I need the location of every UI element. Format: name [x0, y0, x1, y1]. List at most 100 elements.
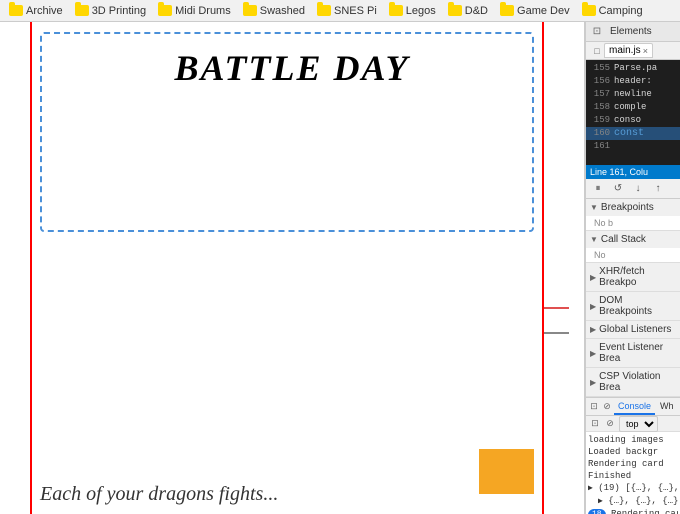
- bookmark-label: 3D Printing: [92, 5, 146, 17]
- pause-button[interactable]: ⏸: [590, 181, 606, 197]
- step-over-button[interactable]: ↺: [610, 181, 626, 197]
- csp-section: ▶ CSP Violation Brea: [586, 368, 680, 397]
- main-area: Battle Day Each of your dragons fights..…: [0, 22, 680, 514]
- code-editor: 155 Parse.pa 156 header: 157 newline 158…: [586, 60, 680, 165]
- xhr-header[interactable]: ▶ XHR/fetch Breakpo: [586, 263, 680, 291]
- folder-icon: [9, 5, 23, 16]
- call-stack-header[interactable]: ▼ Call Stack: [586, 231, 680, 248]
- line-number: 161: [588, 140, 610, 153]
- bookmark-swashed[interactable]: Swashed: [238, 3, 310, 19]
- section-label: Event Listener Brea: [599, 342, 676, 364]
- console-clear-icon[interactable]: ⊘: [604, 418, 616, 430]
- tab-elements[interactable]: Elements: [606, 24, 656, 39]
- code-content: header:: [614, 75, 652, 88]
- bookmark-dnd[interactable]: D&D: [443, 3, 493, 19]
- expand-arrow-icon[interactable]: ▶: [588, 484, 593, 493]
- repeat-badge: 18: [588, 509, 606, 514]
- bookmark-3dprinting[interactable]: 3D Printing: [70, 3, 151, 19]
- file-name: main.js: [609, 45, 641, 56]
- bookmark-label: Camping: [599, 5, 643, 17]
- step-into-button[interactable]: ↓: [630, 181, 646, 197]
- collapse-icon: ▼: [590, 203, 598, 212]
- folder-icon: [158, 5, 172, 16]
- code-content: newline: [614, 88, 652, 101]
- line-number: 156: [588, 75, 610, 88]
- section-label: Global Listeners: [599, 324, 671, 335]
- folder-icon: [389, 5, 403, 16]
- bookmark-bar: Archive 3D Printing Midi Drums Swashed S…: [0, 0, 680, 22]
- bookmark-midi[interactable]: Midi Drums: [153, 3, 236, 19]
- expand-arrow-icon[interactable]: ▶: [598, 497, 603, 506]
- dom-breakpoints-section: ▶ DOM Breakpoints: [586, 292, 680, 321]
- horizontal-line-gray: [544, 332, 569, 334]
- console-line-6: ▶ {…}, {…}, {…}: [588, 495, 678, 508]
- code-line-161: 161: [586, 140, 680, 153]
- expand-icon: ▶: [590, 302, 596, 311]
- code-line-158: 158 comple: [586, 101, 680, 114]
- devtools-tab-bar: ⊡ Elements: [586, 22, 680, 42]
- close-tab-icon[interactable]: ×: [643, 46, 648, 56]
- console-line-4: Finished: [588, 470, 678, 482]
- dom-header[interactable]: ▶ DOM Breakpoints: [586, 292, 680, 320]
- bookmark-camping[interactable]: Camping: [577, 3, 648, 19]
- expand-icon: ▶: [590, 273, 596, 282]
- tab-wh[interactable]: Wh: [656, 399, 678, 415]
- section-label: Breakpoints: [601, 202, 654, 213]
- code-line-157: 157 newline: [586, 88, 680, 101]
- line-number: 155: [588, 62, 610, 75]
- section-label: CSP Violation Brea: [599, 371, 676, 393]
- bookmark-archive[interactable]: Archive: [4, 3, 68, 19]
- expand-icon: ▶: [590, 378, 596, 387]
- event-header[interactable]: ▶ Event Listener Brea: [586, 339, 680, 367]
- console-line-1: loading images: [588, 434, 678, 446]
- status-text: Line 161, Colu: [590, 167, 648, 177]
- code-keyword: const: [614, 127, 644, 140]
- page-title: Battle Day: [174, 47, 409, 89]
- sources-icon[interactable]: □: [590, 44, 604, 58]
- line-number: 160: [588, 127, 610, 140]
- bottom-devtools: ⊡ ⊘ Console Wh ⊡ ⊘ top loading images: [586, 397, 680, 514]
- code-line-155: 155 Parse.pa: [586, 62, 680, 75]
- clear-console-icon[interactable]: ⊘: [601, 401, 613, 413]
- bookmark-label: Archive: [26, 5, 63, 17]
- console-line-7: 18 Rendering car: [588, 508, 678, 514]
- page-subtitle: Each of your dragons fights...: [40, 483, 278, 506]
- file-tab-mainjs[interactable]: main.js ×: [604, 43, 653, 58]
- console-filter-icon[interactable]: ⊡: [589, 418, 601, 430]
- folder-icon: [75, 5, 89, 16]
- collapse-icon: ▼: [590, 235, 598, 244]
- devtools-cursor-icon[interactable]: ⊡: [590, 25, 604, 39]
- global-listeners-section: ▶ Global Listeners: [586, 321, 680, 339]
- console-line-3: Rendering card: [588, 458, 678, 470]
- breakpoints-header[interactable]: ▼ Breakpoints: [586, 199, 680, 216]
- global-header[interactable]: ▶ Global Listeners: [586, 321, 680, 338]
- webpage-inner: Battle Day Each of your dragons fights..…: [0, 22, 584, 514]
- bottom-tab-bar: ⊡ ⊘ Console Wh: [586, 398, 680, 416]
- section-label: Call Stack: [601, 234, 646, 245]
- horizontal-line-red: [544, 307, 569, 309]
- console-output: loading images Loaded backgr Rendering c…: [586, 432, 680, 514]
- bookmark-snes[interactable]: SNES Pi: [312, 3, 382, 19]
- bookmark-gamedev[interactable]: Game Dev: [495, 3, 575, 19]
- line-number: 157: [588, 88, 610, 101]
- bookmark-legos[interactable]: Legos: [384, 3, 441, 19]
- expand-icon: ▶: [590, 349, 596, 358]
- breakpoints-content: No b: [586, 216, 680, 230]
- bookmark-label: Midi Drums: [175, 5, 231, 17]
- folder-icon: [243, 5, 257, 16]
- code-content: comple: [614, 101, 646, 114]
- step-out-button[interactable]: ↑: [650, 181, 666, 197]
- code-content: Parse.pa: [614, 62, 657, 75]
- status-bar: Line 161, Colu: [586, 165, 680, 179]
- folder-icon: [582, 5, 596, 16]
- csp-header[interactable]: ▶ CSP Violation Brea: [586, 368, 680, 396]
- bookmark-label: Legos: [406, 5, 436, 17]
- bookmark-label: D&D: [465, 5, 488, 17]
- line-number: 159: [588, 114, 610, 127]
- tab-console[interactable]: Console: [614, 399, 655, 415]
- file-tab-bar: □ main.js ×: [586, 42, 680, 60]
- console-toolbar: ⊡ ⊘ top: [586, 416, 680, 432]
- context-selector[interactable]: top: [619, 416, 658, 432]
- devtools-small-icon[interactable]: ⊡: [588, 401, 600, 413]
- right-border-line: [542, 22, 544, 514]
